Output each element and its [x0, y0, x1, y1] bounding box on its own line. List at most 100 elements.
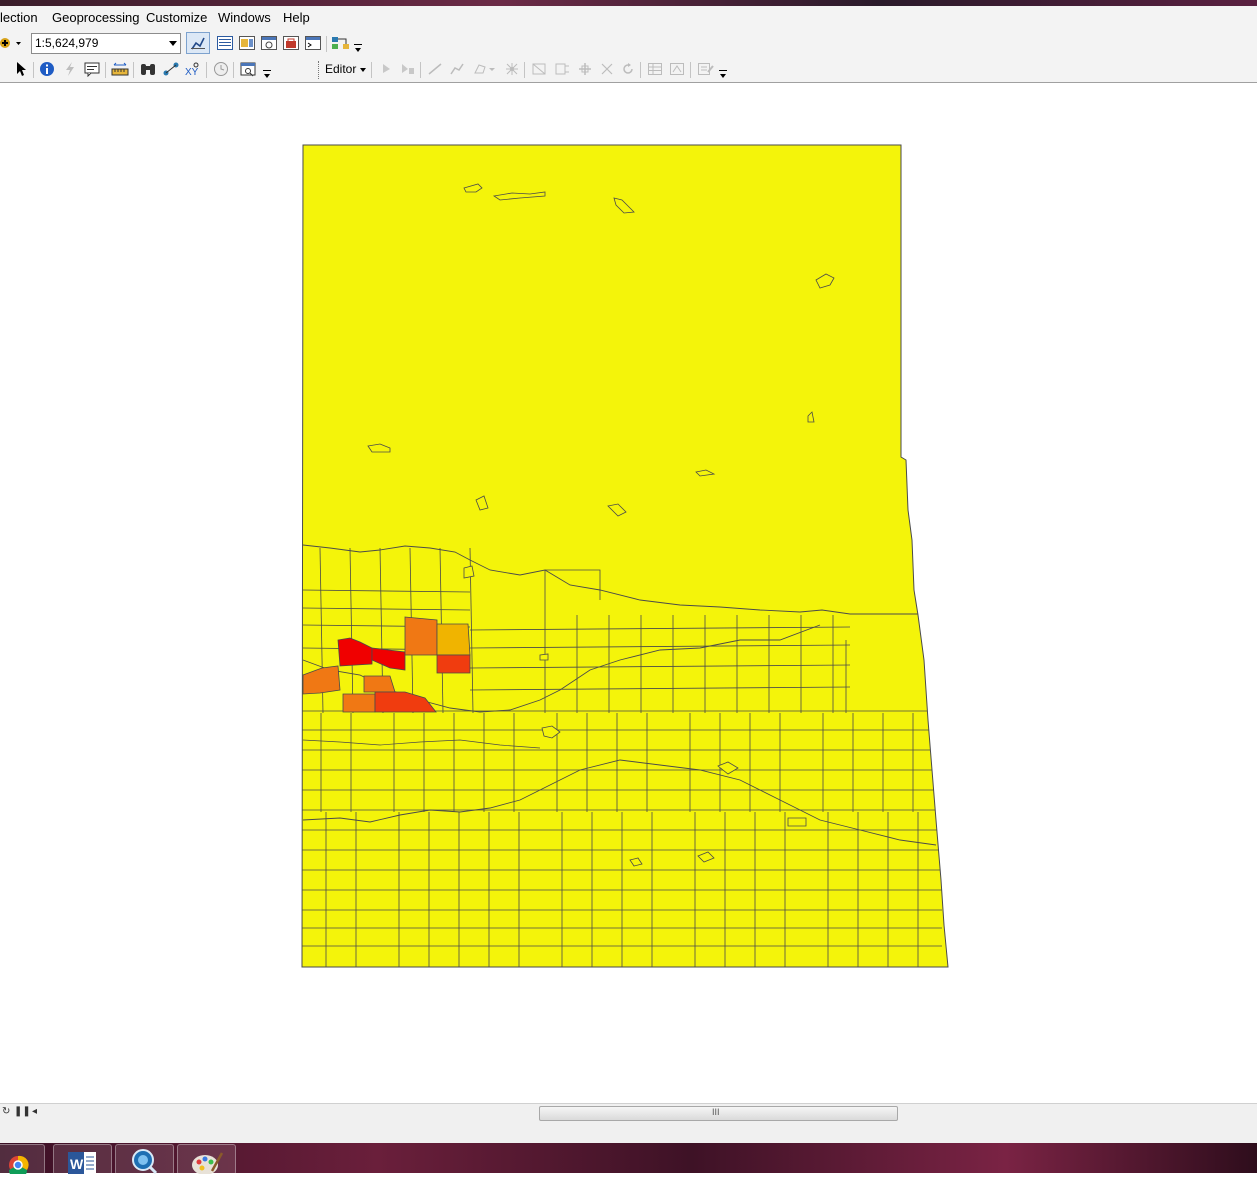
create-viewer-window-button[interactable]: [239, 60, 259, 78]
word-icon: W: [68, 1152, 96, 1174]
toolbar-separator: [233, 62, 234, 78]
menu-help[interactable]: Help: [283, 10, 310, 25]
taskbar-word-button[interactable]: W: [53, 1144, 112, 1175]
sketch-properties-icon: [670, 63, 684, 75]
saskatchewan-choropleth-map[interactable]: [0, 83, 1257, 1103]
trace-button[interactable]: [448, 60, 466, 78]
toolbar-separator: [420, 62, 421, 78]
reshape-feature-button[interactable]: [530, 60, 548, 78]
find-button[interactable]: [139, 60, 157, 78]
toolbar-separator: [690, 62, 691, 78]
html-popup-button[interactable]: [83, 60, 101, 78]
create-features-icon: [698, 63, 714, 75]
python-window-button[interactable]: [304, 34, 322, 52]
vertex-tool-button[interactable]: [503, 60, 521, 78]
point-tool-dropdown[interactable]: [472, 60, 496, 78]
region-orange-1[interactable]: [404, 616, 438, 656]
menu-windows[interactable]: Windows: [218, 10, 271, 25]
identify-info-icon: [40, 62, 54, 76]
attributes-icon: [648, 63, 662, 75]
attributes-button[interactable]: [646, 60, 664, 78]
toolbar-drag-handle[interactable]: [318, 61, 321, 79]
binoculars-icon: [141, 64, 155, 75]
map-display[interactable]: [0, 83, 1257, 1103]
tools-toolbar: XY Editor: [0, 56, 1257, 83]
point-tool-icon: [474, 64, 495, 74]
windows-taskbar: W: [0, 1143, 1257, 1177]
clock-icon: [214, 62, 228, 76]
standard-toolbar: 1:5,624,979: [0, 30, 1257, 56]
table-of-contents-button[interactable]: [216, 34, 234, 52]
editor-toolbar-icon: [191, 37, 205, 50]
map-scale-value: 1:5,624,979: [35, 36, 99, 50]
select-elements-button[interactable]: [12, 60, 30, 78]
rotate-tool-button[interactable]: [598, 60, 616, 78]
undo-edit-button[interactable]: [619, 60, 637, 78]
lightning-icon: [66, 62, 74, 76]
arctoolbox-button[interactable]: [282, 34, 300, 52]
scrollbar-grip: III: [712, 1107, 720, 1117]
edit-annotation-button[interactable]: [398, 60, 416, 78]
search-window-icon: [261, 36, 277, 50]
measure-button[interactable]: [111, 60, 129, 78]
pause-drawing-icon[interactable]: ❚❚: [14, 1106, 31, 1117]
region-gold-1[interactable]: [436, 623, 471, 656]
menu-selection[interactable]: lection: [0, 10, 38, 25]
sketch-properties-button[interactable]: [668, 60, 686, 78]
viewer-window-icon: [240, 62, 256, 77]
menu-customize[interactable]: Customize: [146, 10, 207, 25]
paint-icon: [192, 1152, 224, 1175]
menu-geoprocessing[interactable]: Geoprocessing: [52, 10, 139, 25]
add-data-button[interactable]: [0, 34, 24, 52]
taskbar-paint-button[interactable]: [177, 1144, 236, 1175]
identify-button[interactable]: [38, 60, 56, 78]
scroll-left-icon[interactable]: ◂: [32, 1106, 37, 1117]
go-to-xy-button[interactable]: XY: [184, 60, 202, 78]
toolbar-options-button[interactable]: [353, 42, 363, 54]
go-to-xy-icon: XY: [185, 62, 199, 77]
svg-text:XY: XY: [185, 67, 199, 77]
create-features-button[interactable]: [696, 60, 716, 78]
region-red-orange-1[interactable]: [436, 654, 471, 674]
straight-segment-icon: [428, 63, 442, 75]
edit-tool-button[interactable]: [377, 60, 395, 78]
straight-segment-button[interactable]: [426, 60, 444, 78]
modelbuilder-button[interactable]: [331, 34, 351, 52]
svg-text:W: W: [70, 1156, 84, 1172]
refresh-icon[interactable]: ↻: [2, 1106, 10, 1117]
toolbar-separator: [640, 62, 641, 78]
taskbar-chrome-button[interactable]: [0, 1144, 45, 1177]
region-orange-4[interactable]: [342, 693, 376, 713]
catalog-window-button[interactable]: [238, 34, 256, 52]
rotate-icon: [601, 63, 613, 75]
toolbar-separator: [133, 62, 134, 78]
hyperlink-button[interactable]: [61, 60, 79, 78]
region-orange-3[interactable]: [363, 675, 396, 693]
search-window-button[interactable]: [260, 34, 278, 52]
route-icon: [163, 62, 179, 76]
toolbar-separator: [105, 62, 106, 78]
toolbox-icon: [283, 36, 299, 50]
lake-outline: [539, 653, 549, 661]
toolbar-options-button[interactable]: [262, 68, 272, 80]
toolbar-options-button[interactable]: [718, 68, 728, 80]
map-scale-combobox[interactable]: 1:5,624,979: [31, 33, 181, 54]
lake-outline: [463, 565, 475, 579]
python-window-icon: [305, 36, 321, 50]
taskbar-search-button[interactable]: [115, 1144, 174, 1175]
split-tool-button[interactable]: [576, 60, 594, 78]
chevron-down-icon: [169, 41, 177, 46]
toolbar-separator: [326, 36, 327, 52]
time-slider-button[interactable]: [212, 60, 230, 78]
editor-menu-button[interactable]: Editor: [325, 62, 356, 76]
cut-polygons-icon: [555, 63, 569, 75]
window-bottom-area: [0, 1121, 1257, 1143]
chevron-down-icon: [360, 68, 366, 72]
map-status-bar: ↻ ❚❚ ◂ III: [0, 1103, 1257, 1122]
toolbar-separator: [524, 62, 525, 78]
horizontal-scrollbar-thumb[interactable]: III: [539, 1106, 898, 1121]
find-route-button[interactable]: [162, 60, 180, 78]
editor-toolbar-button[interactable]: [186, 32, 210, 54]
toolbar-options-icon: [719, 70, 727, 78]
cut-polygons-button[interactable]: [553, 60, 571, 78]
